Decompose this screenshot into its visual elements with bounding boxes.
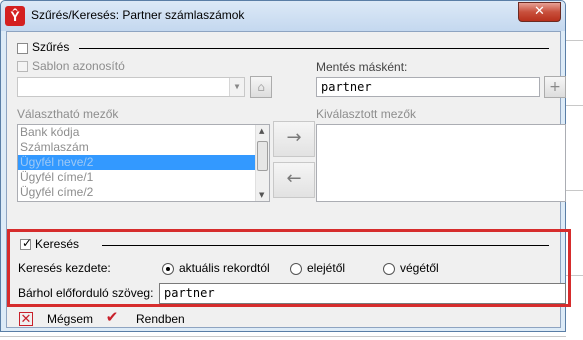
template-select[interactable]: ▼ bbox=[17, 77, 245, 97]
template-label: Sablon azonosító bbox=[32, 59, 125, 73]
arrow-right-icon: → bbox=[286, 127, 302, 148]
arrow-left-icon: ← bbox=[286, 168, 302, 189]
ok-icon[interactable]: ✔ bbox=[105, 310, 119, 325]
available-fields-list[interactable]: Bank kódja Számlaszám Ügyfél neve/2 Ügyfél … bbox=[17, 124, 270, 202]
search-highlight-frame bbox=[7, 229, 571, 307]
close-button[interactable]: ✕ bbox=[518, 2, 561, 22]
cancel-icon[interactable]: ✕ bbox=[19, 312, 33, 326]
list-item[interactable]: Ügyfél neve/2 bbox=[18, 155, 269, 170]
folder-icon: ⌂ bbox=[257, 80, 265, 94]
cancel-button[interactable]: Mégsem bbox=[47, 312, 93, 326]
filter-checkbox[interactable] bbox=[17, 43, 28, 54]
scroll-down-icon[interactable]: ▼ bbox=[259, 191, 264, 199]
available-fields-label: Választható mezők bbox=[17, 107, 119, 121]
desktop-grid-line bbox=[0, 336, 583, 337]
list-item[interactable]: Számlaszám bbox=[18, 140, 269, 155]
available-fields-items: Bank kódja Számlaszám Ügyfél neve/2 Ügyfél … bbox=[18, 125, 269, 200]
template-checkbox[interactable] bbox=[17, 61, 28, 72]
chevron-down-icon[interactable]: ▼ bbox=[229, 78, 244, 96]
title-bar: Ŷ Szűrés/Keresés: Partner számlaszámok ✕ bbox=[1, 1, 565, 31]
scroll-up-icon[interactable]: ▲ bbox=[259, 127, 264, 135]
remove-field-button[interactable]: ← bbox=[273, 162, 315, 198]
template-browse-button[interactable]: ⌂ bbox=[250, 76, 272, 98]
list-item[interactable]: Bank kódja bbox=[18, 125, 269, 140]
window-title: Szűrés/Keresés: Partner számlaszámok bbox=[31, 8, 245, 22]
app-icon: Ŷ bbox=[5, 6, 25, 26]
save-as-input[interactable]: partner bbox=[316, 77, 540, 97]
selected-fields-list[interactable] bbox=[316, 124, 566, 202]
list-item[interactable]: Ügyfél címe/1 bbox=[18, 170, 269, 185]
ok-button[interactable]: Rendben bbox=[136, 312, 185, 326]
list-item[interactable]: Ügyfél címe/2 bbox=[18, 185, 269, 200]
scroll-thumb[interactable] bbox=[257, 141, 268, 171]
filter-section-divider bbox=[79, 48, 549, 49]
available-fields-scrollbar[interactable]: ▲ ▼ bbox=[255, 125, 269, 201]
add-field-button[interactable]: → bbox=[273, 121, 315, 157]
add-template-button[interactable]: + bbox=[544, 76, 566, 98]
selected-fields-label: Kiválasztott mezők bbox=[316, 107, 417, 121]
save-as-label: Mentés másként: bbox=[316, 60, 408, 74]
filter-section-label: Szűrés bbox=[32, 40, 70, 54]
